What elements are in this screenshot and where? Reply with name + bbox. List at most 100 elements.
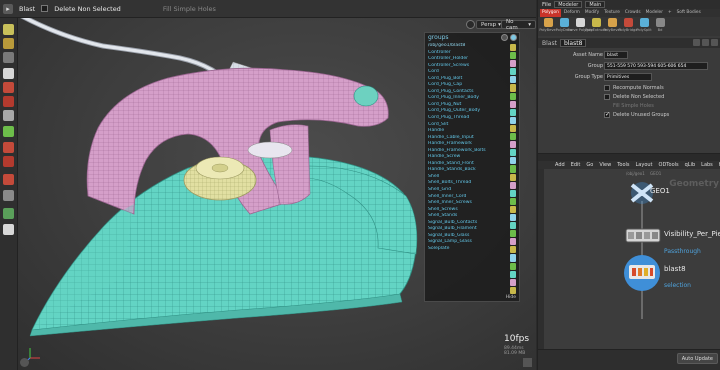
- shelf-tool-button[interactable]: Bd: [653, 18, 667, 35]
- shelf-tab[interactable]: Polygon: [540, 9, 561, 17]
- delete-non-selected-checkbox[interactable]: [41, 5, 49, 12]
- visibility-node[interactable]: [625, 228, 661, 243]
- node-name-field[interactable]: blast8: [559, 39, 587, 47]
- settings-icon[interactable]: [501, 34, 508, 41]
- rotate-icon[interactable]: [3, 52, 14, 63]
- shelf-tab[interactable]: Modify: [583, 9, 601, 17]
- geo1-label[interactable]: GEO1: [650, 187, 670, 195]
- group-field[interactable]: 551-559 570 593-594 605-606 654: [604, 62, 708, 70]
- group-type-label: Group Type: [574, 74, 603, 80]
- blast-node[interactable]: [624, 255, 660, 291]
- fill-holes-label[interactable]: Fill Simple Holes: [163, 5, 216, 13]
- help-icon[interactable]: [702, 39, 709, 46]
- select-tool-icon[interactable]: ▸: [3, 3, 13, 14]
- group-row: Group 551-559 570 593-594 605-606 654: [538, 62, 720, 71]
- move-icon[interactable]: [3, 38, 14, 49]
- shelf-tab[interactable]: Soft Bodies: [675, 9, 703, 17]
- network-menu-item[interactable]: Tools: [617, 162, 629, 168]
- shelf-tab[interactable]: Modeler: [644, 9, 665, 17]
- shelf-tool-button[interactable]: PolyDraw: [556, 18, 572, 35]
- shelf-tool-icon: [639, 18, 649, 27]
- groups-header: groups: [428, 34, 449, 41]
- auto-update-button[interactable]: Auto Update: [676, 353, 718, 364]
- asset-name-field[interactable]: blast: [604, 51, 628, 59]
- network-menu-item[interactable]: View: [599, 162, 611, 168]
- shelf-tab[interactable]: Deform: [562, 9, 582, 17]
- scene-icon[interactable]: [3, 126, 14, 137]
- fps-detail: 89.44ms 81.09 MB: [504, 346, 525, 356]
- snap-icon[interactable]: [3, 142, 14, 153]
- viewport-toolbar: ▸ Blast Delete Non Selected Fill Simple …: [0, 0, 536, 18]
- network-menu-item[interactable]: ODTools: [659, 162, 679, 168]
- view-icon[interactable]: [3, 110, 14, 121]
- shelf-tool-button[interactable]: PolyBevel: [539, 18, 557, 35]
- magnet-icon[interactable]: [3, 190, 14, 201]
- render-icon[interactable]: [3, 208, 14, 219]
- recompute-normals-row: Recompute Normals: [538, 84, 720, 93]
- network-menu-item[interactable]: Labs: [701, 162, 713, 168]
- viewport-corner-icon[interactable]: [20, 358, 29, 367]
- shelf-tool-button[interactable]: PolyExtrude: [585, 18, 607, 35]
- camera-menu[interactable]: No cam ▾: [501, 19, 536, 31]
- desktop-select[interactable]: Modeler: [554, 1, 583, 8]
- display-options-icon[interactable]: [523, 358, 532, 367]
- info-icon[interactable]: [711, 39, 718, 46]
- recompute-normals-checkbox[interactable]: [604, 85, 610, 91]
- toggle-icon[interactable]: [510, 34, 517, 41]
- gear-icon[interactable]: [693, 39, 700, 46]
- group-color-swatch: [510, 181, 516, 189]
- delete-non-selected-param-label: Delete Non Selected: [613, 94, 665, 100]
- scene-viewport[interactable]: Persp ▾ No cam ▾ groups /obj/geo1/blast8 C…: [18, 18, 536, 370]
- group-list-item[interactable]: Soleplate: [428, 246, 508, 253]
- recompute-normals-label: Recompute Normals: [613, 85, 664, 91]
- visibility-sub: Passthrough: [664, 248, 701, 255]
- lock-icon[interactable]: [3, 68, 14, 79]
- node-type: Blast: [542, 39, 557, 47]
- group-color-swatch: [510, 84, 516, 92]
- delete-non-selected-param-checkbox[interactable]: [604, 94, 610, 100]
- group-color-swatch: [510, 205, 516, 213]
- hide-toggle[interactable]: Hide: [506, 295, 516, 300]
- geo1-subname: GEO1: [650, 171, 662, 176]
- viewport-option-icon[interactable]: [466, 20, 475, 29]
- shelf-tab[interactable]: Crowds: [623, 9, 643, 17]
- network-menu: AddEditGoViewToolsLayoutODToolsqLibLabsH…: [538, 161, 720, 169]
- shelf-tool-button[interactable]: PolySplit: [636, 18, 652, 35]
- blast-label[interactable]: blast8: [664, 265, 686, 273]
- flipbook-icon[interactable]: [3, 224, 14, 235]
- shelf-tab[interactable]: Texture: [602, 9, 622, 17]
- shelf-tool-icon: [591, 18, 601, 27]
- main-select[interactable]: Main: [585, 1, 606, 8]
- group-color-swatch: [510, 262, 516, 270]
- group-color-strip: [510, 44, 516, 294]
- group-color-swatch: [510, 124, 516, 133]
- snap-point-icon[interactable]: [3, 174, 14, 185]
- network-editor[interactable]: Geometry /obj/geo1 GEO1 GEO1 Visibility_…: [544, 169, 720, 349]
- network-menu-item[interactable]: Layout: [636, 162, 653, 168]
- right-panels: File Modeler Main Polygon Deform Modify Tex…: [537, 0, 720, 370]
- network-menu-item[interactable]: Add: [555, 162, 565, 168]
- visibility-label[interactable]: Visibility_Per_Piece1: [664, 230, 720, 238]
- delete-unused-groups-checkbox[interactable]: [604, 111, 610, 118]
- group-type-row: Group Type Primitives: [538, 73, 720, 82]
- handle-icon[interactable]: [3, 82, 14, 93]
- shelf-tool-button[interactable]: PolyBridge: [618, 18, 638, 35]
- file-menu[interactable]: File: [542, 2, 551, 8]
- group-type-select[interactable]: Primitives: [604, 73, 652, 81]
- network-menu-item[interactable]: Edit: [571, 162, 581, 168]
- network-tabs: [538, 153, 720, 161]
- group-list: /obj/geo1/blast8 Controller Controller_Ho…: [428, 43, 508, 253]
- shelf-tool-icon: [575, 18, 585, 27]
- pose-icon[interactable]: [3, 96, 14, 107]
- parameter-header: Blast blast8: [538, 38, 720, 48]
- group-color-swatch: [510, 286, 516, 294]
- houdini-window: ▸ Blast Delete Non Selected Fill Simple …: [0, 0, 720, 370]
- shelf-tool-button[interactable]: Curve Polygon: [567, 18, 593, 35]
- snap-grid-icon[interactable]: [3, 156, 14, 167]
- shelf-tool-button[interactable]: PolyBevel: [603, 18, 621, 35]
- shelf-tab[interactable]: +: [666, 9, 674, 17]
- shelf-tool-icon: [655, 18, 665, 27]
- network-menu-item[interactable]: qLib: [685, 162, 696, 168]
- select-icon[interactable]: [3, 24, 14, 35]
- network-menu-item[interactable]: Go: [586, 162, 593, 168]
